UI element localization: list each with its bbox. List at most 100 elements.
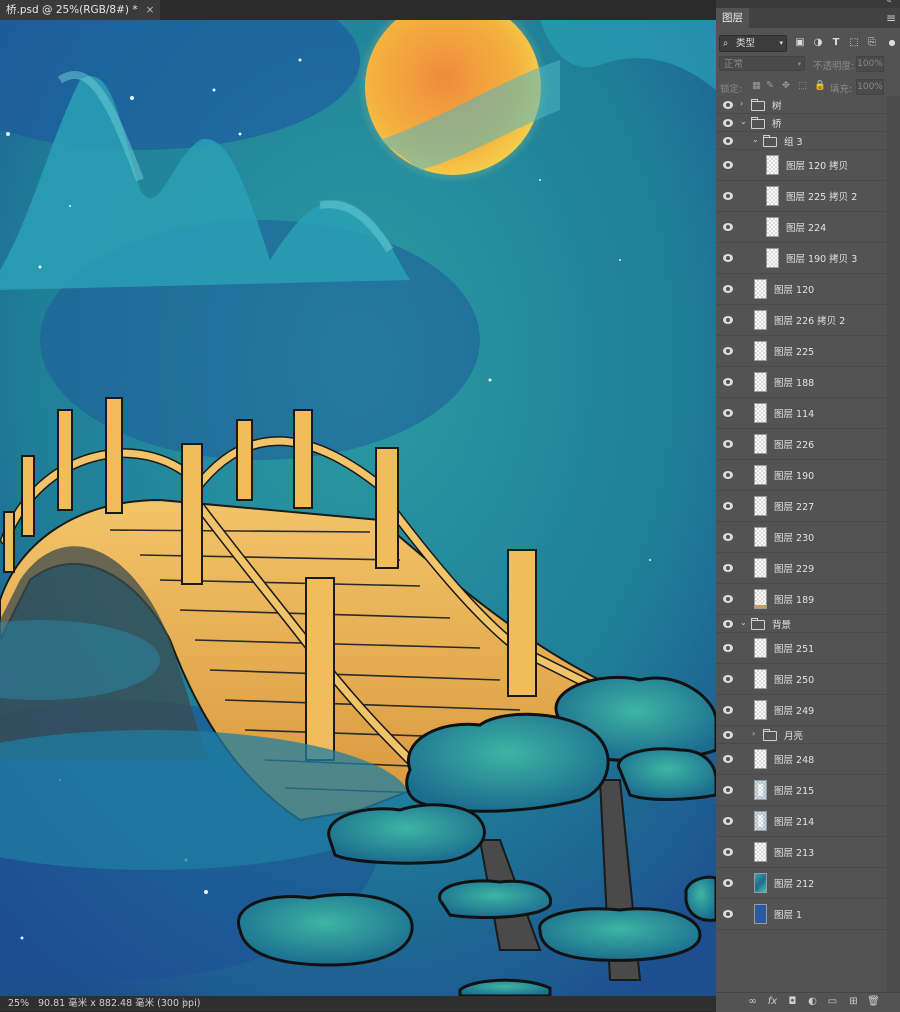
close-tab-icon[interactable]: ×	[146, 4, 155, 16]
eye-icon[interactable]	[722, 284, 734, 294]
chevron-right-icon[interactable]: ›	[740, 99, 743, 108]
filter-toggle-icon[interactable]: ●	[886, 37, 898, 49]
layer-row[interactable]: 图层 120 拷贝	[716, 150, 887, 181]
eye-icon[interactable]	[722, 315, 734, 325]
layer-row[interactable]: 图层 227	[716, 491, 887, 522]
folder-icon	[751, 617, 765, 630]
lock-all-icon[interactable]: 🔒	[814, 80, 826, 91]
add-mask-icon[interactable]: ◘	[786, 995, 799, 1008]
lock-image-icon[interactable]: ✎	[766, 80, 774, 91]
lock-artboard-icon[interactable]: ⬚	[798, 80, 807, 91]
layer-group-row[interactable]: ⌄ 组 3	[716, 132, 887, 150]
chevron-down-icon[interactable]: ⌄	[752, 135, 759, 144]
layer-row[interactable]: 图层 224	[716, 212, 887, 243]
eye-icon[interactable]	[722, 563, 734, 573]
eye-icon[interactable]	[722, 160, 734, 170]
document-tab[interactable]: 桥.psd @ 25%(RGB/8#) * ×	[0, 0, 161, 20]
eye-icon[interactable]	[722, 408, 734, 418]
eye-icon[interactable]	[722, 643, 734, 653]
opacity-field[interactable]: 100%	[856, 56, 884, 72]
chevron-down-icon[interactable]: ⌄	[740, 117, 747, 126]
eye-icon[interactable]	[722, 754, 734, 764]
eye-icon[interactable]	[722, 909, 734, 919]
eye-icon[interactable]	[722, 118, 734, 128]
fill-field[interactable]: 100%	[856, 79, 884, 95]
layers-scrollbar[interactable]	[887, 96, 900, 992]
layer-row[interactable]: 图层 188	[716, 367, 887, 398]
layer-thumbnail	[754, 811, 767, 831]
chevron-down-icon[interactable]: ⌄	[740, 618, 747, 627]
opacity-label: 不透明度:	[813, 61, 855, 72]
zoom-level[interactable]: 25%	[8, 996, 29, 1011]
eye-icon[interactable]	[722, 470, 734, 480]
eye-icon[interactable]	[722, 594, 734, 604]
new-layer-icon[interactable]: ⊞	[847, 995, 860, 1008]
eye-icon[interactable]	[722, 532, 734, 542]
layer-row[interactable]: 图层 251	[716, 633, 887, 664]
layer-row[interactable]: 图层 190 拷贝 3	[716, 243, 887, 274]
layer-row[interactable]: 图层 226 拷贝 2	[716, 305, 887, 336]
eye-icon[interactable]	[722, 878, 734, 888]
chevron-right-icon[interactable]: ›	[752, 729, 755, 738]
eye-icon[interactable]	[722, 730, 734, 740]
eye-icon[interactable]	[722, 816, 734, 826]
image-filter-icon[interactable]: ▣	[794, 37, 806, 49]
eye-icon[interactable]	[722, 619, 734, 629]
collapse-panel-icon[interactable]: «	[886, 0, 892, 6]
layer-row[interactable]: 图层 229	[716, 553, 887, 584]
tab-layers[interactable]: 图层	[716, 8, 749, 28]
adjustment-filter-icon[interactable]: ◑	[812, 37, 824, 49]
fx-icon[interactable]: fx	[766, 995, 779, 1008]
layer-thumbnail	[754, 558, 767, 578]
layer-row[interactable]: 图层 225 拷贝 2	[716, 181, 887, 212]
type-filter-icon[interactable]: T	[830, 37, 842, 49]
layer-group-row[interactable]: ⌄ 背景	[716, 615, 887, 633]
layer-group-row[interactable]: › 月亮	[716, 726, 887, 744]
layer-row[interactable]: 图层 225	[716, 336, 887, 367]
eye-icon[interactable]	[722, 136, 734, 146]
eye-icon[interactable]	[722, 253, 734, 263]
eye-icon[interactable]	[722, 439, 734, 449]
layer-row[interactable]: 图层 213	[716, 837, 887, 868]
layer-row[interactable]: 图层 214	[716, 806, 887, 837]
lock-transparent-icon[interactable]: ▦	[752, 80, 761, 91]
layer-row[interactable]: 图层 190	[716, 460, 887, 491]
layer-name: 图层 120 拷贝	[786, 161, 849, 172]
eye-icon[interactable]	[722, 377, 734, 387]
blend-mode-select[interactable]: 正常 ▾	[719, 56, 805, 71]
document-canvas[interactable]	[0, 20, 716, 996]
lock-position-icon[interactable]: ✥	[782, 80, 790, 91]
layer-row[interactable]: 图层 248	[716, 744, 887, 775]
layer-row[interactable]: 图层 120	[716, 274, 887, 305]
adjustment-layer-icon[interactable]: ◐	[806, 995, 819, 1008]
layer-row[interactable]: 图层 1	[716, 899, 887, 930]
link-layers-icon[interactable]: ∞	[746, 995, 759, 1008]
smart-object-filter-icon[interactable]: ⎘	[866, 37, 878, 49]
eye-icon[interactable]	[722, 346, 734, 356]
layer-filter-select[interactable]: ⌕ 类型 ▾	[719, 35, 787, 52]
layer-row[interactable]: 图层 215	[716, 775, 887, 806]
eye-icon[interactable]	[722, 847, 734, 857]
eye-icon[interactable]	[722, 674, 734, 684]
delete-layer-icon[interactable]: 🗑	[867, 995, 880, 1008]
eye-icon[interactable]	[722, 222, 734, 232]
status-arrow-icon[interactable]: 〉	[182, 996, 192, 1011]
layer-row[interactable]: 图层 212	[716, 868, 887, 899]
layer-row[interactable]: 图层 226	[716, 429, 887, 460]
layer-row[interactable]: 图层 189	[716, 584, 887, 615]
eye-icon[interactable]	[722, 100, 734, 110]
eye-icon[interactable]	[722, 705, 734, 715]
layer-group-row[interactable]: › 树	[716, 96, 887, 114]
new-group-icon[interactable]: ▭	[826, 995, 839, 1008]
layer-row[interactable]: 图层 250	[716, 664, 887, 695]
panel-menu-icon[interactable]: ≡	[886, 11, 896, 25]
layer-row[interactable]: 图层 249	[716, 695, 887, 726]
eye-icon[interactable]	[722, 501, 734, 511]
eye-icon[interactable]	[722, 785, 734, 795]
layer-group-row[interactable]: ⌄ 桥	[716, 114, 887, 132]
layer-name: 图层 188	[774, 378, 815, 389]
layer-row[interactable]: 图层 230	[716, 522, 887, 553]
eye-icon[interactable]	[722, 191, 734, 201]
shape-filter-icon[interactable]: ⬚	[848, 37, 860, 49]
layer-row[interactable]: 图层 114	[716, 398, 887, 429]
